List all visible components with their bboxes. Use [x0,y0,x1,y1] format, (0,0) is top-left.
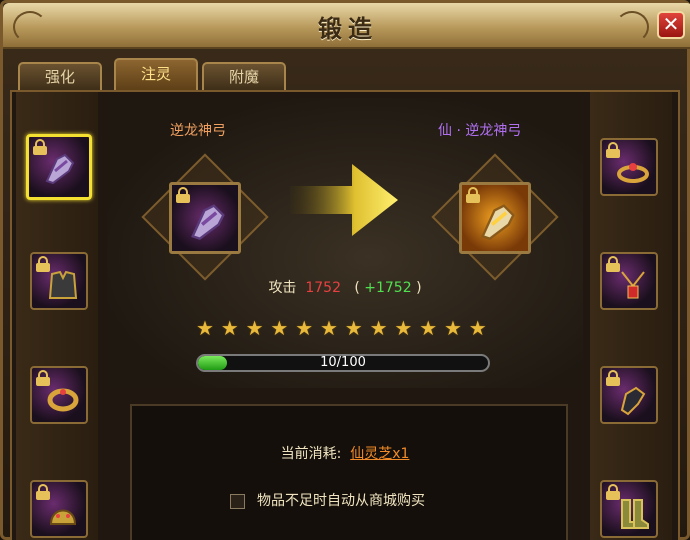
arrow-right-icon [290,164,398,236]
equipment-slot-glove[interactable] [600,366,658,424]
stat-label: 攻击 [268,280,297,296]
star-icon: ★ [419,316,438,340]
star-icon: ★ [369,316,388,340]
equipment-slot-helmet[interactable] [30,480,88,538]
cost-label: 当前消耗: [280,446,342,462]
tab-enchant[interactable]: 附魔 [202,62,286,90]
infusion-progress-bar: 10/100 [196,354,490,372]
glove-icon [620,386,646,416]
equipment-slot-bracelet[interactable] [600,138,658,196]
star-icon: ★ [394,316,413,340]
cost-panel [130,404,568,540]
gauntlet-icon [45,153,75,185]
tab-infuse[interactable]: 注灵 [114,58,198,90]
star-icon: ★ [295,316,314,340]
close-icon: ✕ [662,12,680,36]
source-item-slot[interactable] [169,182,241,254]
equipment-slot-gauntlet[interactable] [26,134,92,200]
ring-icon [47,388,79,412]
right-equipment-column [590,92,672,540]
bracelet-icon [617,163,649,183]
auto-buy-checkbox[interactable] [230,493,245,509]
auto-buy-label: 物品不足时自动从商城购买 [257,493,425,509]
target-item-slot [459,182,531,254]
source-item-name: 逆龙神弓 [170,123,226,139]
cost-line: 当前消耗: 仙灵芝x1 [0,443,690,463]
stat-bonus: +1752 [364,280,412,296]
gauntlet-icon [191,204,225,240]
title-bar: 锻造 ✕ [3,3,690,49]
star-icon: ★ [344,316,363,340]
cost-item-link[interactable]: 仙灵芝x1 [350,446,409,462]
star-icon: ★ [468,316,487,340]
progress-text: 10/100 [320,355,366,370]
helmet-icon [49,509,77,525]
equipment-slot-boots[interactable] [600,480,658,538]
star-icon: ★ [270,316,289,340]
equipment-slot-ring[interactable] [30,366,88,424]
target-item-name: 仙 · 逆龙神弓 [438,123,522,139]
close-button[interactable]: ✕ [657,11,685,39]
golden-gauntlet-icon [481,204,515,240]
star-icon: ★ [320,316,338,340]
attack-stat: 攻击 1752 ( +1752 ) [0,277,690,297]
boots-icon [621,499,649,529]
star-icon: ★ [220,316,239,340]
stat-close-paren: ) [416,280,422,296]
star-icon: ★ [245,316,264,340]
window-title: 锻造 [318,15,378,43]
stat-open-paren: ( [354,280,360,296]
stat-value: 1752 [305,280,341,296]
auto-buy-option[interactable]: 物品不足时自动从商城购买 [230,490,425,510]
left-equipment-column [16,92,98,540]
star-icon: ★ [196,316,214,340]
star-icon: ★ [444,316,462,340]
tab-strengthen[interactable]: 强化 [18,62,102,90]
ornament-right-icon [615,11,649,43]
